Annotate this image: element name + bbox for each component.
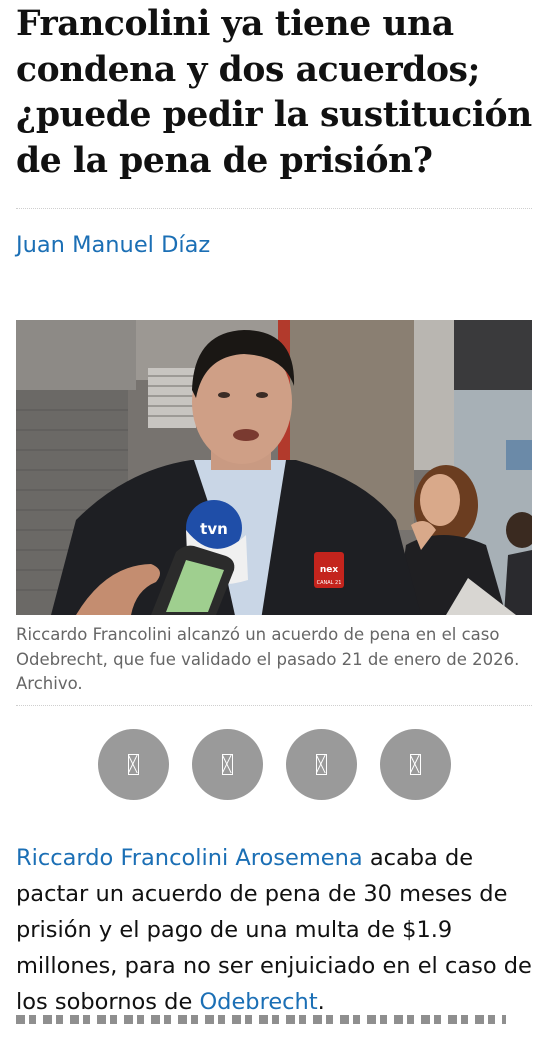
person-link[interactable]: Riccardo Francolini Arosemena [16, 845, 363, 871]
article-photo[interactable]: nex CANAL 21 tvn [16, 320, 532, 615]
share-icon-4 [409, 753, 421, 775]
share-icon-1 [127, 753, 139, 775]
share-icon-3 [315, 753, 327, 775]
article-headline: Francolini ya tiene una condena y dos ac… [16, 4, 532, 181]
odebrecht-link[interactable]: Odebrecht [199, 989, 317, 1015]
photo-caption: Riccardo Francolini alcanzó un acuerdo d… [16, 625, 520, 693]
mic-brand: tvn [200, 520, 228, 538]
share-button-3[interactable] [285, 728, 357, 800]
badge-channel: CANAL 21 [317, 580, 342, 586]
next-line-cutoff [16, 1015, 506, 1024]
divider [16, 704, 532, 706]
share-buttons [16, 728, 532, 800]
author-link[interactable]: Juan Manuel Díaz [16, 230, 532, 260]
photo-illustration: nex CANAL 21 tvn [16, 320, 532, 615]
paragraph-end: . [317, 989, 325, 1016]
share-icon-2 [221, 753, 233, 775]
article-paragraph: Riccardo Francolini Arosemena acaba de p… [16, 840, 532, 1021]
divider [16, 208, 532, 209]
badge-brand: nex [320, 565, 339, 575]
share-button-4[interactable] [379, 728, 451, 800]
share-button-2[interactable] [191, 728, 263, 800]
article-figure: nex CANAL 21 tvn Riccardo Francolini alc… [16, 320, 532, 697]
article: Francolini ya tiene una condena y dos ac… [16, 0, 532, 1043]
share-button-1[interactable] [97, 728, 169, 800]
